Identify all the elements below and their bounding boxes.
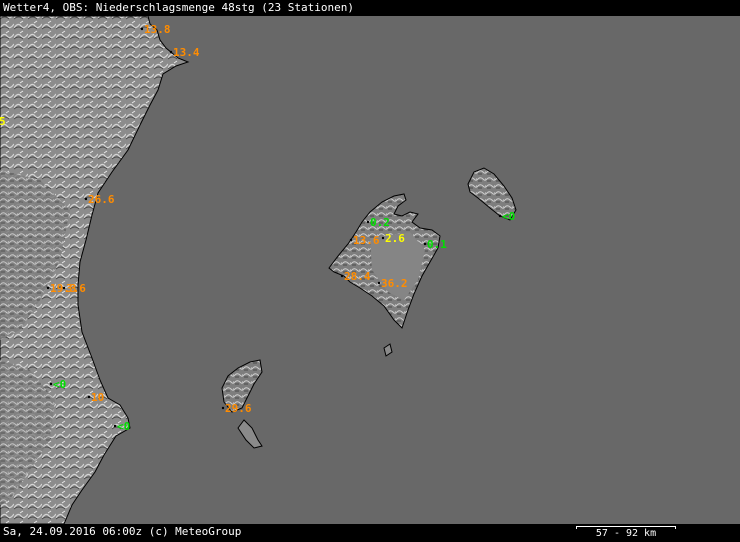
station-dot xyxy=(381,236,385,240)
station-dot xyxy=(498,214,502,218)
station-dot xyxy=(46,286,50,290)
station-label[interactable]: 13.4 xyxy=(173,46,200,59)
station-label[interactable]: 29.6 xyxy=(225,402,252,415)
station-label[interactable]: <0 xyxy=(117,420,130,433)
station-dot xyxy=(340,274,344,278)
station-label[interactable]: <0 xyxy=(502,210,515,223)
station-label[interactable]: 10 xyxy=(91,391,104,404)
station-label[interactable]: <0 xyxy=(53,378,66,391)
station-dot xyxy=(49,382,53,386)
station-label[interactable]: 13.6 xyxy=(353,234,380,247)
station-label[interactable]: 0.2 xyxy=(370,216,390,229)
station-dot xyxy=(366,220,370,224)
station-dot xyxy=(221,406,225,410)
station-dot xyxy=(377,281,381,285)
station-dot xyxy=(349,238,353,242)
station-dot xyxy=(113,424,117,428)
station-label[interactable]: 2.6 xyxy=(385,232,405,245)
station-dot xyxy=(423,242,427,246)
station-label[interactable]: 26.6 xyxy=(88,193,115,206)
weather-map[interactable]: 13.8 13.4 5 26.6 19.3 3.6 <0 10 <0 29.6 … xyxy=(0,16,740,524)
station-label[interactable]: 28.4 xyxy=(344,270,371,283)
station-dot xyxy=(169,50,173,54)
station-dot xyxy=(87,395,91,399)
station-label[interactable]: 36.2 xyxy=(381,277,408,290)
station-dot xyxy=(84,197,88,201)
station-label[interactable]: 13.8 xyxy=(144,23,171,36)
station-label[interactable]: 3.6 xyxy=(66,282,86,295)
map-title: Wetter4, OBS: Niederschlagsmenge 48stg (… xyxy=(0,0,354,16)
status-bar: Sa, 24.09.2016 06:00z (c) MeteoGroup 57 … xyxy=(0,524,740,540)
map-window: 13.8 13.4 5 26.6 19.3 3.6 <0 10 <0 29.6 … xyxy=(0,0,740,540)
station-label[interactable]: 5 xyxy=(0,115,6,128)
station-dot xyxy=(140,27,144,31)
timestamp-credit: Sa, 24.09.2016 06:00z (c) MeteoGroup xyxy=(3,525,242,538)
scale-bar: 57 - 92 km xyxy=(576,524,676,540)
station-label[interactable]: 0.1 xyxy=(427,238,447,251)
